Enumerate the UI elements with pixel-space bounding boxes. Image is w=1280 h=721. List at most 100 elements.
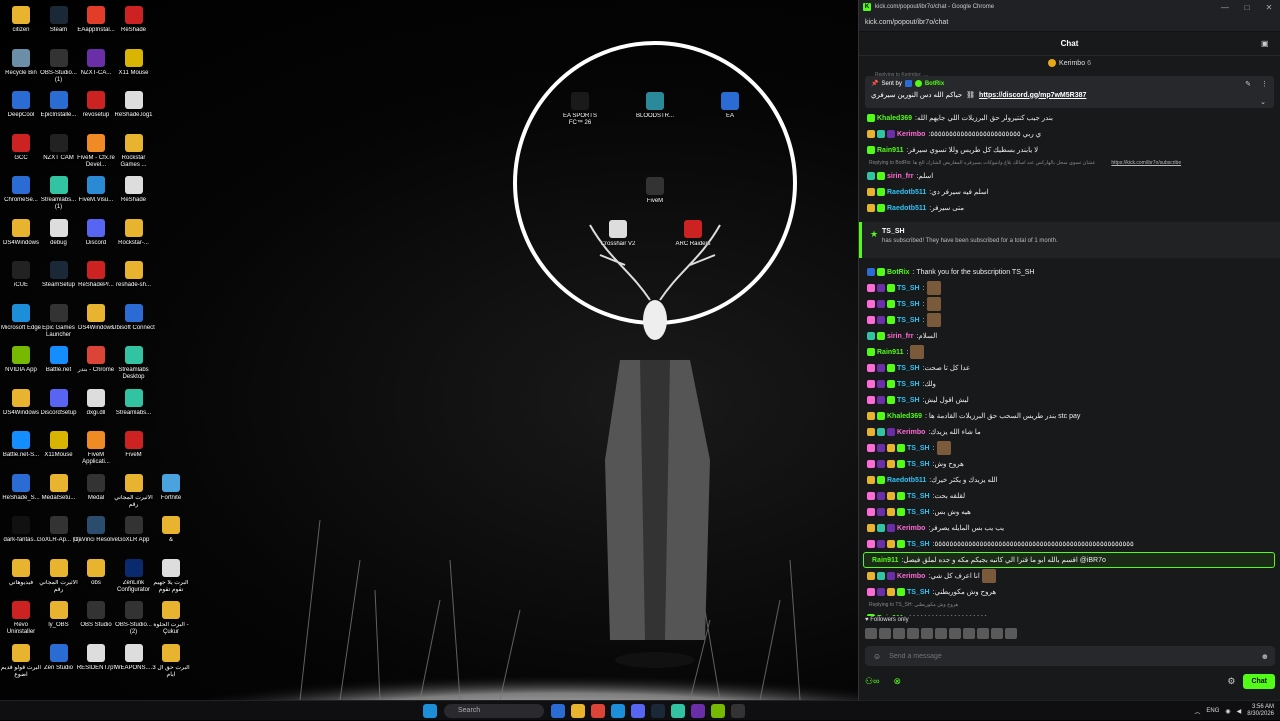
badge-icon[interactable]	[887, 428, 895, 436]
desktop-icon[interactable]: ReShade	[113, 174, 155, 216]
chat-username[interactable]: sirin_frr	[887, 333, 913, 340]
badge-icon[interactable]	[887, 380, 895, 388]
emote-image[interactable]	[926, 313, 941, 327]
chat-username[interactable]: TS_SH	[897, 381, 920, 388]
badge-icon[interactable]	[867, 508, 875, 516]
badge-icon[interactable]	[897, 460, 905, 468]
badge-icon[interactable]	[867, 428, 875, 436]
badge-icon[interactable]	[867, 476, 875, 484]
emote-image[interactable]	[910, 345, 925, 359]
badge-icon[interactable]	[867, 268, 875, 276]
chat-username[interactable]: TS_SH	[897, 397, 920, 404]
unpin-icon[interactable]: ✎	[1245, 80, 1251, 88]
taskbar-app-icon[interactable]	[611, 703, 625, 718]
badge-icon[interactable]	[867, 524, 875, 532]
desktop-icon[interactable]: البرت يلا جهيم تقوم تقوم	[150, 557, 192, 599]
badge-icon[interactable]	[877, 380, 885, 388]
desktop-icon[interactable]: ReShade.log1	[113, 89, 155, 131]
badge-icon[interactable]	[897, 540, 905, 548]
desktop-icon[interactable]: البرت الحلوة - Çukur	[150, 599, 192, 641]
badge-icon[interactable]	[887, 460, 895, 468]
subscriber-name[interactable]: TS_SH	[882, 228, 1261, 235]
clock[interactable]: 3:56 AM 8/30/2026	[1247, 704, 1274, 718]
reply-link[interactable]: https://kick.com/ibr7o/subscribe	[1111, 160, 1181, 166]
badge-icon[interactable]	[877, 588, 885, 596]
message-input-box[interactable]: ☺ ☻	[865, 646, 1275, 666]
badge-icon[interactable]	[867, 316, 875, 324]
desktop-icon[interactable]: EA	[709, 90, 751, 132]
chat-message[interactable]: Kerimbo:ي ربي ٥٥٥٥٥٥٥٥٥٥٥٥٥٥٥٥٥٥٥٥٥٥٥٥	[859, 126, 1280, 142]
badge-icon[interactable]	[867, 130, 875, 138]
desktop-icon[interactable]: EAappInstal...	[75, 4, 117, 46]
quick-emote[interactable]	[893, 628, 905, 639]
desktop-icon[interactable]: revosetup	[75, 89, 117, 131]
badge-icon[interactable]	[877, 476, 885, 484]
badge-icon[interactable]	[877, 412, 885, 420]
chat-username[interactable]: TS_SH	[907, 589, 930, 596]
badge-icon[interactable]	[887, 572, 895, 580]
chat-message[interactable]: TS_SH:	[859, 312, 1280, 328]
highlighted-message[interactable]: Rain911:اقسم بالله ابو ما قترا الي كاتبه…	[863, 552, 1275, 568]
taskbar-app-icon[interactable]	[551, 703, 565, 718]
badge-icon[interactable]	[867, 492, 875, 500]
desktop-icon[interactable]: Rockstar Games ...	[113, 132, 155, 174]
chat-message[interactable]: sirin_frr:اسلم	[859, 168, 1280, 184]
chat-username[interactable]: sirin_frr	[887, 173, 913, 180]
desktop-icon[interactable]: البرت قولو قديم اضوع	[0, 642, 42, 684]
badge-icon[interactable]	[887, 524, 895, 532]
desktop-icon[interactable]: الأثيرت المجاني رقم	[113, 472, 155, 514]
chat-username[interactable]: Rain911	[877, 147, 903, 154]
send-chat-button[interactable]: Chat	[1243, 673, 1275, 689]
badge-icon[interactable]	[867, 146, 875, 154]
chat-message[interactable]: Khaled369: بندر طريس السحب حق البرزيلات …	[859, 408, 1280, 424]
desktop-icon[interactable]: SteamSetup	[38, 259, 80, 301]
desktop-icon[interactable]: Steam	[38, 4, 80, 46]
desktop-icon[interactable]: DiscordSetup	[38, 387, 80, 429]
desktop-icon[interactable]: BLOODSTR...	[634, 90, 676, 132]
more-icon[interactable]: ⋮	[1261, 80, 1268, 88]
chat-message[interactable]: Rain911:	[859, 344, 1280, 360]
quick-emote[interactable]	[977, 628, 989, 639]
desktop-icon[interactable]: Rockstar-...	[113, 217, 155, 259]
quick-emote[interactable]	[921, 628, 933, 639]
badge-icon[interactable]	[867, 188, 875, 196]
chat-message[interactable]: BotRix: Thank you for the subscription T…	[859, 264, 1280, 280]
chat-username[interactable]: Khaled369	[877, 115, 912, 122]
taskbar-app-icon[interactable]	[691, 703, 705, 718]
desktop-icon[interactable]: dark-fantas...	[0, 514, 42, 556]
badge-icon[interactable]	[877, 524, 885, 532]
smile-icon[interactable]: ☻	[1261, 652, 1269, 661]
taskbar-search[interactable]: Search	[444, 703, 544, 718]
badge-icon[interactable]	[887, 492, 895, 500]
chat-username[interactable]: TS_SH	[897, 285, 920, 292]
chat-username[interactable]: Raedotb511	[887, 189, 926, 196]
chat-menu-icon[interactable]: ▣	[1261, 39, 1270, 48]
badge-icon[interactable]	[867, 172, 875, 180]
desktop-icon[interactable]: FiveM	[113, 429, 155, 471]
chat-message[interactable]: TS_SH:٥٥٥٥٥٥٥٥٥٥٥٥٥٥٥٥٥٥٥٥٥٥٥٥٥٥٥٥٥٥٥٥٥٥…	[859, 536, 1280, 552]
message-input[interactable]	[889, 652, 1250, 660]
reply-context[interactable]: Replying to BotRix: عشان تسوي سجل بالهار…	[859, 158, 1280, 168]
desktop-icon[interactable]: EpicInstalle...	[38, 89, 80, 131]
badge-icon[interactable]	[877, 172, 885, 180]
desktop-icon[interactable]: NVIDIA App	[0, 344, 42, 386]
taskbar-app-icon[interactable]	[571, 703, 585, 718]
badge-icon[interactable]	[867, 540, 875, 548]
taskbar-app-icon[interactable]	[591, 703, 605, 718]
desktop-icon[interactable]: ReShade_S...	[0, 472, 42, 514]
chat-message[interactable]: Kerimbo:يب يب بس المايله يصرفر	[859, 520, 1280, 536]
badge-icon[interactable]	[867, 380, 875, 388]
desktop-icon[interactable]: Crosshair V2	[597, 218, 639, 260]
chat-username[interactable]: TS_SH	[907, 509, 930, 516]
desktop-icon[interactable]: debug	[38, 217, 80, 259]
desktop-icon[interactable]: X11 Mouse	[113, 47, 155, 89]
desktop-icon[interactable]: البرت حق ال 3 ايام	[150, 642, 192, 684]
desktop-icon[interactable]: DS4Windows	[0, 217, 42, 259]
taskbar-app-icon[interactable]	[631, 703, 645, 718]
desktop-icon[interactable]: Ubisoft Connect	[112, 302, 155, 344]
close-button[interactable]: ✕	[1258, 3, 1280, 12]
pinned-message[interactable]: 📌 Sent by BotRix حياكم الله دس النورين س…	[865, 76, 1274, 108]
badge-icon[interactable]	[877, 540, 885, 548]
badge-icon[interactable]	[867, 460, 875, 468]
badge-icon[interactable]	[877, 428, 885, 436]
